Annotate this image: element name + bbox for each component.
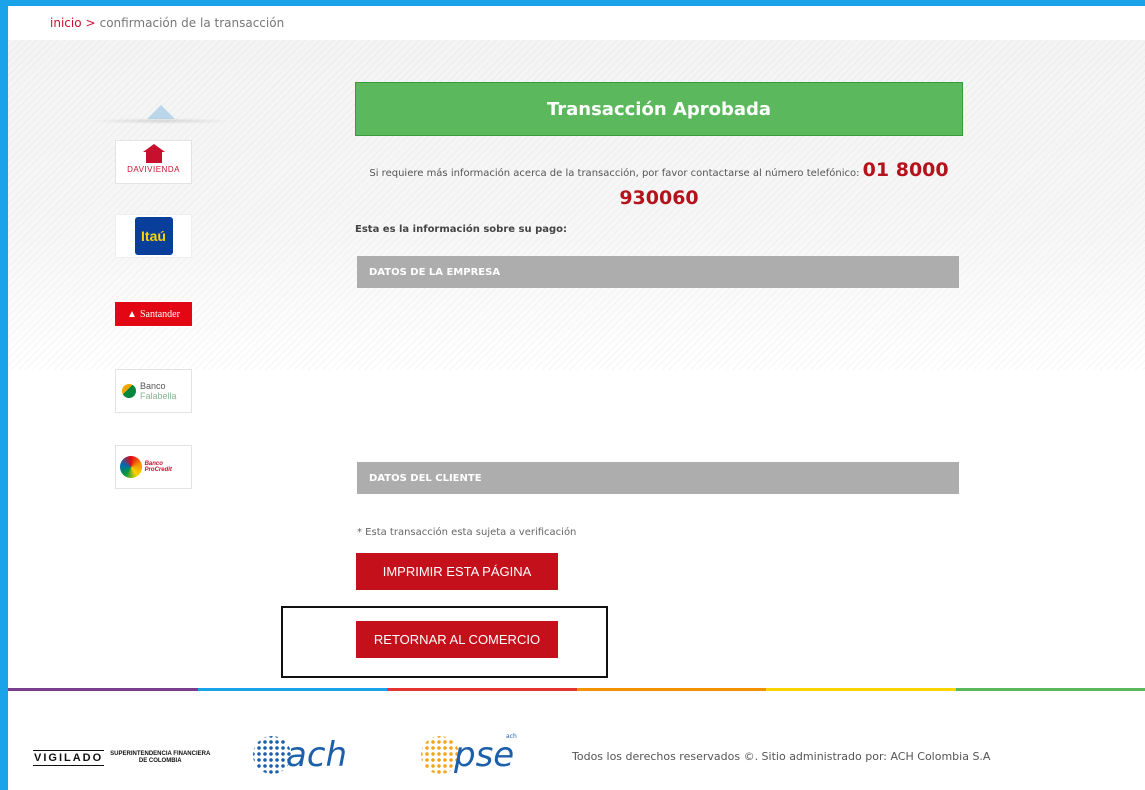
bank-logo-davivienda[interactable]: DAVIVIENDA [115,140,192,184]
pse-logo: ach pse [418,730,558,780]
bank-logo-falabella[interactable]: Banco Falabella [115,369,192,413]
leaf-icon [122,384,136,398]
bank-label-falabella: Banco Falabella [140,381,177,401]
highlight-box [281,606,608,678]
superintendencia-text: SUPERINTENDENCIA FINANCIERA DE COLOMBIA [110,751,210,765]
scroll-up-arrow-icon[interactable] [147,105,175,119]
swirl-icon [120,456,142,478]
flame-icon: ▲ [127,308,137,320]
house-icon [142,143,165,163]
vigilado-text: VIGILADO [33,750,105,766]
bank-label-santander: ▲ Santander [115,302,192,326]
ach-logo: ach [250,730,380,780]
breadcrumb: inicio > confirmación de la transacción [50,16,284,30]
falabella-line2: Falabella [140,391,177,401]
section-empresa-title: DATOS DE LA EMPRESA [369,266,501,278]
color-divider [8,688,1145,691]
bank-label-procredit: Banco ProCredit [144,461,172,473]
breadcrumb-current: confirmación de la transacción [99,16,285,30]
bank-logo-santander[interactable]: ▲ Santander [115,301,192,327]
print-page-button[interactable]: IMPRIMIR ESTA PÁGINA [356,553,558,590]
breadcrumb-separator: > [85,16,96,30]
copyright-text: Todos los derechos reservados ©. Sitio a… [572,750,991,763]
vigilado-logo: VIGILADO SUPERINTENDENCIA FINANCIERA DE … [33,750,210,766]
pse-text: pse [454,735,515,775]
superintendencia-line2: DE COLOMBIA [138,758,182,764]
ach-text: ach [286,735,348,775]
breadcrumb-home-link[interactable]: inicio [50,16,82,30]
section-header-cliente: DATOS DEL CLIENTE [357,462,959,494]
transaction-approved-banner: Transacción Aprobada [355,82,963,136]
rule-segment-5 [766,688,956,691]
verification-note: * Esta transacción esta sujeta a verific… [357,527,577,538]
rule-segment-4 [576,688,766,691]
rule-segment-1 [8,688,198,691]
section-cliente-title: DATOS DEL CLIENTE [369,472,482,484]
bank-label-davivienda: DAVIVIENDA [127,164,180,174]
santander-text: Santander [139,308,180,320]
section-header-empresa: DATOS DE LA EMPRESA [357,256,959,288]
ach-dots-icon [250,733,294,777]
bank-logo-procredit[interactable]: Banco ProCredit [115,445,192,489]
approved-title: Transacción Aprobada [546,98,772,120]
rule-segment-3 [387,688,577,691]
bank-logo-itau[interactable]: Itaú [115,214,192,258]
pse-wordmark: ach pse [454,733,517,775]
phone-number: 01 8000 930060 [619,159,949,209]
pse-small-text: ach [506,733,517,740]
rule-segment-2 [197,688,387,691]
rule-segment-6 [955,688,1145,691]
contact-info-text: Si requiere más información acerca de la… [369,168,860,179]
bank-list-shadow [90,118,235,124]
payment-info-label: Esta es la información sobre su pago: [355,224,568,235]
falabella-line1: Banco [140,381,166,391]
bank-label-itau: Itaú [134,217,173,255]
contact-info: Si requiere más información acerca de la… [355,158,963,214]
superintendencia-line1: SUPERINTENDENCIA FINANCIERA [110,751,211,757]
